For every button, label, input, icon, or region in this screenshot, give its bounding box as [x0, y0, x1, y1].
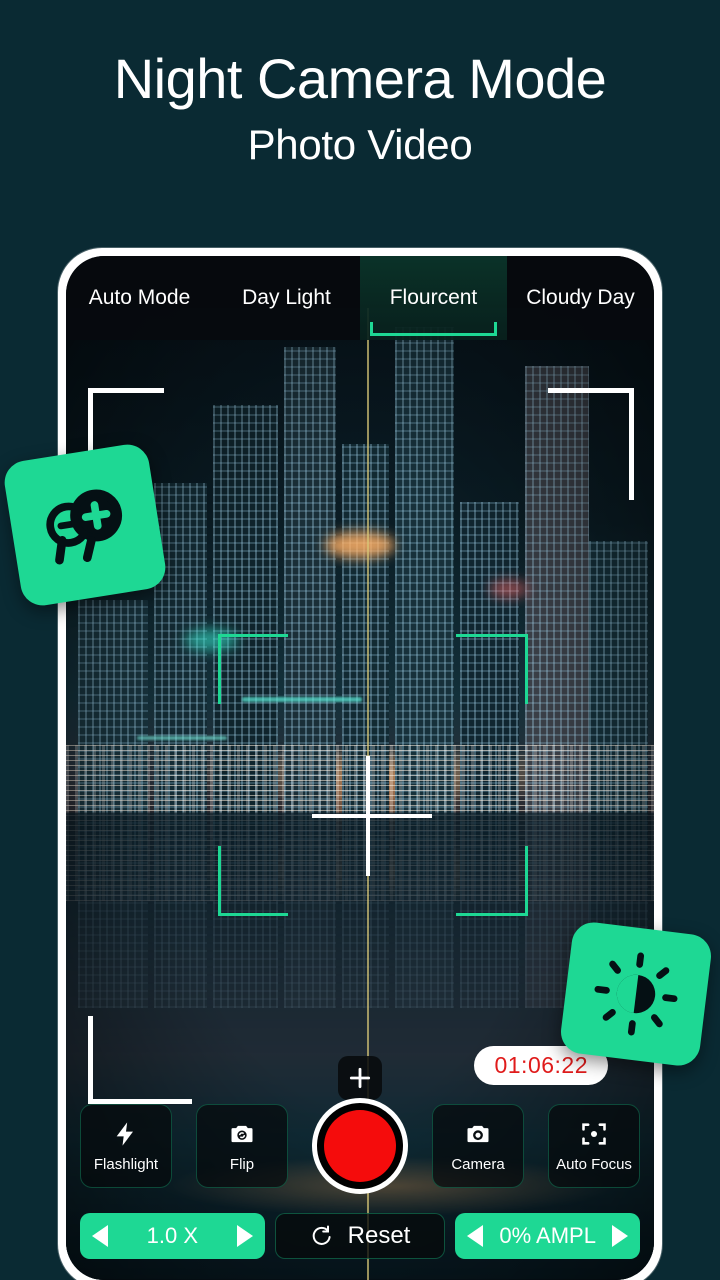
- magnifier-plus-minus-icon: [46, 489, 123, 565]
- flashlight-button[interactable]: Flashlight: [80, 1104, 172, 1188]
- tab-label: Auto Mode: [88, 286, 191, 309]
- brightness-badge: [558, 919, 714, 1069]
- tab-day-light[interactable]: Day Light: [213, 256, 360, 340]
- record-button[interactable]: [312, 1098, 408, 1194]
- arrow-right-icon[interactable]: [612, 1225, 628, 1247]
- arrow-right-icon[interactable]: [236, 1225, 253, 1247]
- tab-label: Day Light: [242, 286, 331, 309]
- camera-button[interactable]: Camera: [432, 1104, 524, 1188]
- focus-frame-icon: [582, 1122, 606, 1145]
- add-focus-point-button[interactable]: [338, 1056, 382, 1100]
- zoom-in-out-badge: [1, 441, 169, 609]
- control-label: Flashlight: [93, 1155, 159, 1173]
- zoom-value: 1.0 X: [146, 1223, 199, 1248]
- white-balance-tabbar: Auto Mode Day Light Flourcent Cloudy Day: [66, 256, 654, 340]
- focus-bracket-bottom-left: [218, 846, 288, 916]
- focus-bracket-top-right: [456, 634, 528, 704]
- brightness-sun-icon: [594, 952, 678, 1036]
- viewfinder-bracket-top-right: [548, 388, 634, 500]
- refresh-icon: [312, 1225, 331, 1245]
- arrow-left-icon[interactable]: [467, 1225, 484, 1247]
- page-subtitle: Photo Video: [247, 120, 473, 168]
- tab-auto-mode[interactable]: Auto Mode: [66, 256, 213, 340]
- auto-focus-button[interactable]: Auto Focus: [548, 1104, 640, 1188]
- ampl-value: 0% AMPL: [499, 1223, 596, 1248]
- focus-bracket-bottom-right: [456, 846, 528, 916]
- tab-flourcent[interactable]: Flourcent: [360, 256, 507, 340]
- zoom-stepper[interactable]: 1.0 X: [80, 1213, 265, 1259]
- camera-controls-row: Flashlight Flip Camera Auto Focus: [66, 1098, 654, 1194]
- control-label: Flip: [229, 1155, 255, 1173]
- tab-label: Flourcent: [389, 286, 478, 309]
- reset-button[interactable]: Reset: [274, 1213, 446, 1259]
- phone-mockup: Auto Mode Day Light Flourcent Cloudy Day…: [58, 248, 662, 1280]
- viewfinder-bracket-bottom-left: [88, 1016, 192, 1104]
- camera-icon: [467, 1125, 489, 1142]
- tab-cloudy-day[interactable]: Cloudy Day: [507, 256, 654, 340]
- promo-header: Night Camera Mode Photo Video: [0, 0, 720, 230]
- control-label: Auto Focus: [556, 1155, 632, 1173]
- control-label: Camera: [451, 1155, 505, 1173]
- reset-label: Reset: [347, 1222, 411, 1249]
- focus-bracket-top-left: [218, 634, 288, 704]
- phone-screen: Auto Mode Day Light Flourcent Cloudy Day…: [66, 256, 654, 1280]
- arrow-left-icon[interactable]: [92, 1225, 108, 1247]
- flash-icon: [116, 1121, 133, 1146]
- camera-adjust-row: 1.0 X Reset 0% AMPL: [66, 1200, 654, 1280]
- crosshair-horizontal: [312, 814, 432, 818]
- page-title: Night Camera Mode: [113, 47, 607, 110]
- camera-flip-icon: [231, 1125, 253, 1142]
- tab-label: Cloudy Day: [526, 286, 635, 309]
- record-dot: [324, 1110, 396, 1182]
- flip-camera-button[interactable]: Flip: [196, 1104, 288, 1188]
- plus-icon: [349, 1067, 371, 1089]
- amplification-stepper[interactable]: 0% AMPL: [455, 1213, 640, 1259]
